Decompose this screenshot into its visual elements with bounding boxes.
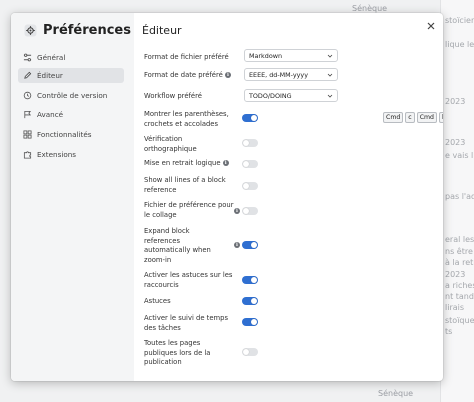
editor-settings-panel: Éditeur Format de fichier préféré Markdo… (134, 13, 443, 381)
toggle-label: Montrer les parenthèses, crochets et acc… (144, 110, 229, 128)
date-format-select[interactable]: EEEE, dd-MM-yyyy (244, 68, 338, 81)
background-fragment: eral les ri (445, 235, 474, 244)
toggle-knob (243, 349, 249, 355)
chevron-down-icon (327, 54, 333, 58)
sidebar-item-label: Contrôle de version (37, 91, 108, 100)
select-value: Markdown (249, 51, 283, 60)
background-top-label: Sénèque (352, 4, 388, 13)
shortcut-tips-toggle[interactable] (242, 276, 258, 284)
sidebar-item-label: Fonctionnalités (37, 130, 92, 139)
gear-icon (23, 24, 37, 38)
info-icon[interactable]: i (234, 242, 240, 248)
sidebar-item-label: Éditeur (37, 71, 63, 80)
toggle-label: Show all lines of a block reference (144, 176, 226, 194)
workflow-label: Workflow préféré (144, 92, 202, 100)
show-block-lines-toggle[interactable] (242, 182, 258, 190)
expand-block-refs-toggle[interactable] (242, 241, 258, 249)
background-fragment: pas l'adv (445, 192, 474, 201)
preferences-dialog: Préférences Général Éditeur Contrôle de … (11, 13, 443, 381)
tips-toggle[interactable] (242, 297, 258, 305)
background-fragment: ts (445, 327, 453, 336)
close-icon (427, 22, 435, 30)
select-value: TODO/DOING (249, 91, 292, 100)
sidebar-item-label: Général (37, 53, 66, 62)
key-cap: Cmd (416, 112, 437, 123)
date-format-label: Format de date préféré i (144, 71, 234, 81)
info-icon[interactable]: i (234, 208, 240, 214)
info-icon[interactable]: i (224, 72, 231, 78)
toggle-knob (251, 242, 257, 248)
background-fragment: 2023 (445, 97, 466, 106)
preferences-sidebar: Préférences Général Éditeur Contrôle de … (11, 13, 134, 381)
page-title: Éditeur (142, 24, 182, 37)
sidebar-item-label: Avancé (37, 110, 64, 119)
sidebar-title: Préférences (43, 23, 131, 38)
toggle-knob (243, 161, 249, 167)
toggle-knob (243, 140, 249, 146)
close-button[interactable] (425, 17, 437, 30)
toggle-label: Fichier de préférence pour le collage (144, 201, 234, 219)
toggle-label: Toutes les pages publiques lors de la pu… (144, 339, 211, 367)
brackets-toggle[interactable] (242, 114, 258, 122)
public-pages-toggle[interactable] (242, 348, 258, 356)
pencil-icon (23, 71, 32, 80)
sidebar-item-features[interactable]: Fonctionnalités (18, 127, 124, 142)
background-fragment: 2023 (445, 138, 466, 147)
background-fragment: a richess (445, 281, 474, 290)
flag-icon (23, 110, 32, 119)
key-cap: b (438, 112, 443, 123)
toggle-knob (251, 319, 257, 325)
toggle-label: Activer les astuces sur les raccourcis (144, 271, 233, 289)
toggle-knob (251, 115, 257, 121)
sidebar-header: Préférences (23, 23, 131, 38)
toggle-label: Mise en retrait logique i (144, 159, 234, 169)
background-bottom-label: Sénèque (378, 389, 414, 398)
chevron-down-icon (327, 73, 333, 77)
paste-preference-toggle[interactable] (242, 207, 258, 215)
sidebar-item-editor[interactable]: Éditeur (18, 68, 124, 83)
toggle-knob (251, 277, 257, 283)
keyboard-shortcut: Cmd c Cmd b (383, 112, 443, 123)
time-tracking-toggle[interactable] (242, 318, 258, 326)
history-icon (23, 91, 32, 100)
background-fragment: lirais (445, 303, 465, 312)
select-value: EEEE, dd-MM-yyyy (249, 70, 308, 79)
workflow-select[interactable]: TODO/DOING (244, 89, 338, 102)
background-fragment: stoïques (445, 316, 474, 325)
background-fragment: lique le g (445, 40, 474, 49)
grid-icon (23, 130, 32, 139)
background-fragment: e vais lir (445, 151, 474, 160)
toggle-knob (243, 208, 249, 214)
spellcheck-toggle[interactable] (242, 139, 258, 147)
key-cap: c (405, 112, 415, 123)
puzzle-icon (23, 150, 32, 159)
background-right-pane (440, 0, 474, 402)
background-fragment: stoïcien (445, 16, 474, 25)
toggle-label: Expand block references automatically wh… (144, 227, 211, 264)
sliders-icon (23, 53, 32, 62)
background-fragment: ns être p (445, 247, 474, 256)
info-icon[interactable]: i (222, 160, 229, 166)
chevron-down-icon (327, 94, 333, 98)
file-format-label: Format de fichier préféré (144, 53, 229, 61)
sidebar-item-label: Extensions (37, 150, 77, 159)
logical-indent-toggle[interactable] (242, 160, 258, 168)
file-format-select[interactable]: Markdown (244, 49, 338, 62)
sidebar-item-version-control[interactable]: Contrôle de version (18, 88, 124, 103)
toggle-knob (243, 183, 249, 189)
key-cap: Cmd (383, 112, 404, 123)
background-fragment: à la retra (445, 258, 474, 267)
background-fragment: 2023 (445, 270, 466, 279)
toggle-knob (251, 298, 257, 304)
toggle-label: Activer le suivi de temps des tâches (144, 314, 228, 332)
toggle-label: Vérification orthographique (144, 135, 197, 153)
toggle-label: Astuces (144, 297, 171, 305)
sidebar-item-general[interactable]: Général (18, 50, 124, 65)
sidebar-item-advanced[interactable]: Avancé (18, 107, 124, 122)
sidebar-item-extensions[interactable]: Extensions (18, 147, 124, 162)
background-fragment: nt tandis (445, 292, 474, 301)
